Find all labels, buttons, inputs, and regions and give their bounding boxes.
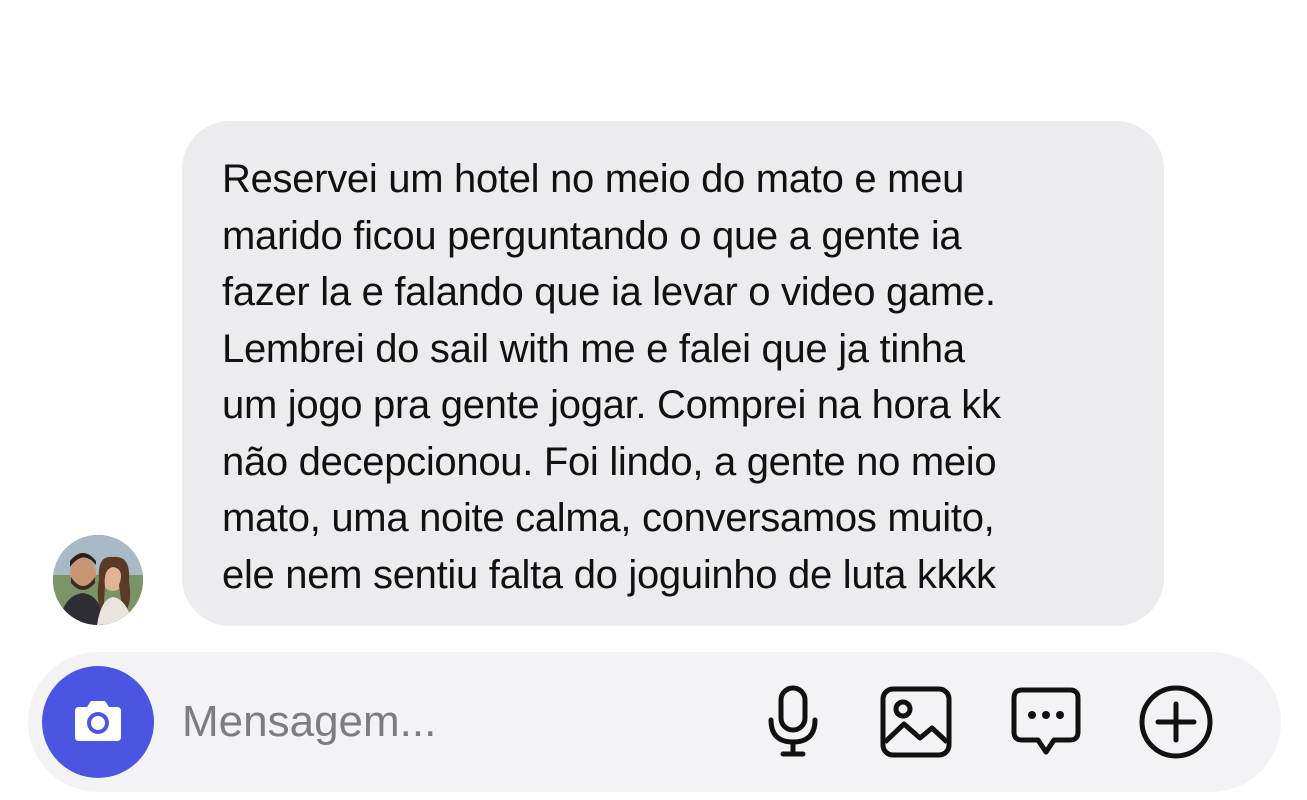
- camera-button[interactable]: [42, 666, 154, 778]
- avatar-photo: [53, 535, 143, 625]
- image-icon: [880, 686, 952, 758]
- message-line: Reservei um hotel no meio do mato e meu: [222, 157, 965, 201]
- chat-bubble-icon: [1011, 687, 1081, 755]
- gallery-button[interactable]: [876, 682, 956, 762]
- message-composer: [28, 652, 1281, 792]
- message-bubble[interactable]: Reservei um hotel no meio do mato e meu …: [182, 121, 1164, 626]
- microphone-button[interactable]: [753, 682, 833, 762]
- message-line: um jogo pra gente jogar. Comprei na hora…: [222, 383, 1001, 427]
- message-input[interactable]: [182, 690, 742, 754]
- message-text: Reservei um hotel no meio do mato e meu …: [222, 151, 1124, 603]
- message-line: mato, uma noite calma, conversamos muito…: [222, 496, 995, 540]
- plus-circle-icon: [1139, 685, 1213, 759]
- message-line: ele nem sentiu falta do joguinho de luta…: [222, 552, 996, 597]
- avatar[interactable]: [53, 535, 143, 625]
- chat-screen: Reservei um hotel no meio do mato e meu …: [0, 0, 1307, 800]
- sticker-button[interactable]: [1006, 682, 1086, 762]
- camera-icon: [75, 701, 121, 741]
- message-line: marido ficou perguntando o que a gente i…: [222, 213, 962, 258]
- message-line: Lembrei do sail with me e falei que ja t…: [222, 326, 965, 371]
- microphone-icon: [768, 685, 818, 757]
- add-button[interactable]: [1136, 682, 1216, 762]
- message-line: fazer la e falando que ia levar o video …: [222, 270, 996, 314]
- message-line: não decepcionou. Foi lindo, a gente no m…: [222, 439, 997, 484]
